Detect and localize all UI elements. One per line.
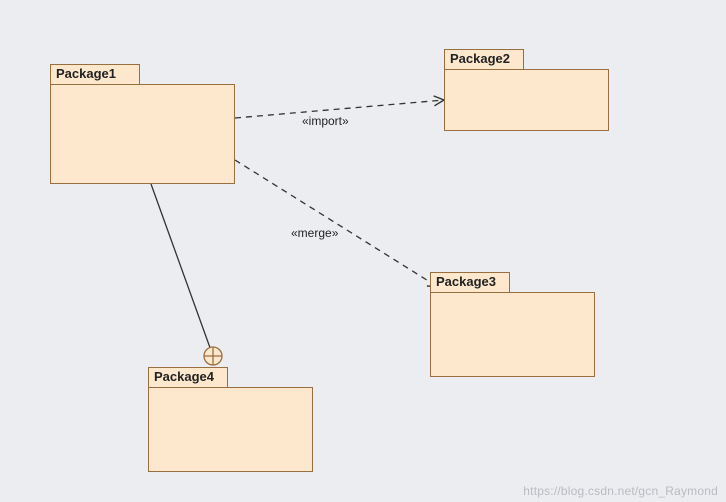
watermark-text: https://blog.csdn.net/gcn_Raymond xyxy=(523,484,718,498)
rel-containment-line xyxy=(151,184,213,356)
package-p3[interactable]: Package3 xyxy=(430,272,595,377)
diagram-canvas: «import» «merge» Package1 Package2 Packa… xyxy=(0,0,726,502)
package-p3-label: Package3 xyxy=(436,274,496,289)
rel-merge-line xyxy=(235,160,438,287)
package-p4[interactable]: Package4 xyxy=(148,367,313,472)
package-p4-label: Package4 xyxy=(154,369,214,384)
containment-symbol xyxy=(204,347,222,365)
package-p1-label: Package1 xyxy=(56,66,116,81)
rel-merge-label: «merge» xyxy=(291,226,338,240)
package-p1[interactable]: Package1 xyxy=(50,64,235,184)
rel-import-label: «import» xyxy=(302,114,349,128)
package-p2-label: Package2 xyxy=(450,51,510,66)
package-p2[interactable]: Package2 xyxy=(444,49,609,131)
